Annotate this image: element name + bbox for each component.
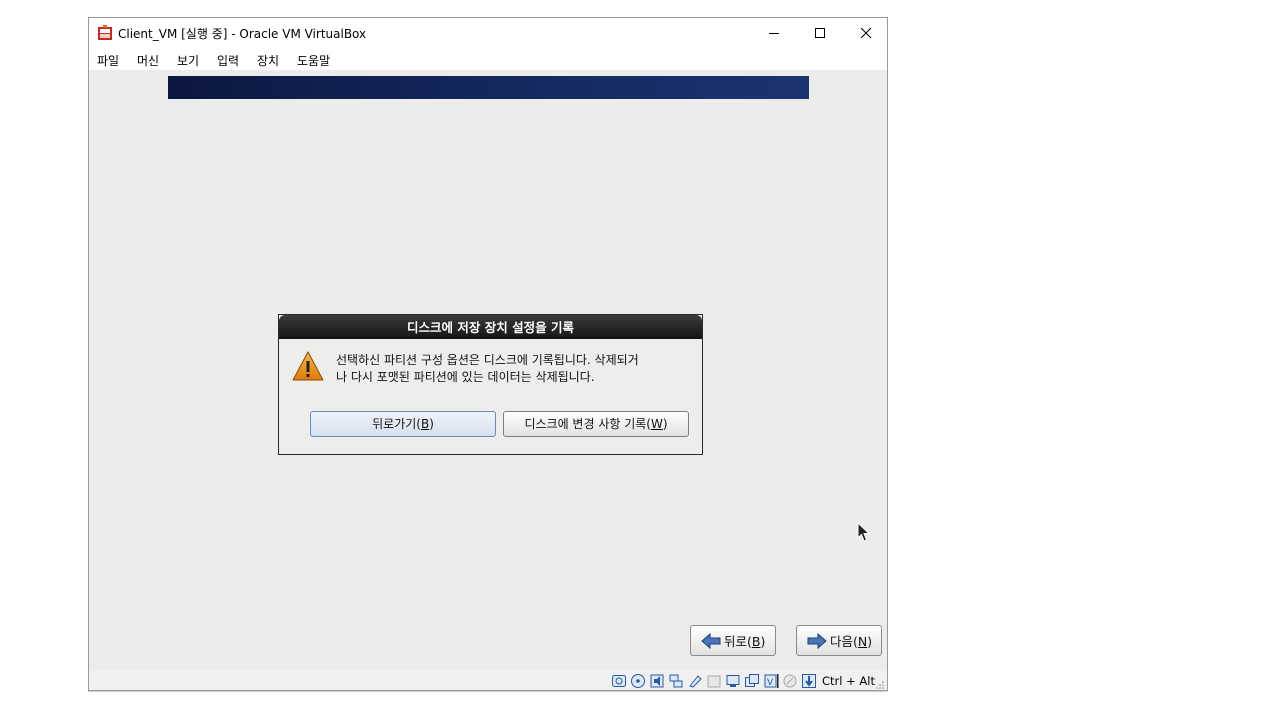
keyboard-capture-icon[interactable] xyxy=(801,673,817,689)
dialog-title: 디스크에 저장 장치 설정을 기록 xyxy=(279,315,702,339)
maximize-icon xyxy=(815,28,825,38)
back-label: 뒤로(B) xyxy=(724,631,765,650)
back-button[interactable]: 뒤로(B) xyxy=(690,625,776,656)
write-changes-label-suffix: ) xyxy=(662,417,668,431)
go-back-label-prefix: 뒤로가기( xyxy=(372,417,421,431)
arrow-left-icon xyxy=(701,632,721,649)
next-label-prefix: 다음( xyxy=(830,634,858,649)
video-capture-icon[interactable] xyxy=(744,673,760,689)
optical-drive-icon[interactable] xyxy=(630,673,646,689)
resize-grip-icon[interactable] xyxy=(875,680,885,690)
next-button[interactable]: 다음(N) xyxy=(796,625,882,656)
maximize-button[interactable] xyxy=(797,18,843,48)
menu-file[interactable]: 파일 xyxy=(97,52,119,69)
title-bar[interactable]: Client_VM [실행 중] - Oracle VM VirtualBox xyxy=(89,18,887,48)
menu-bar: 파일 머신 보기 입력 장치 도움말 xyxy=(89,48,887,70)
network-icon[interactable] xyxy=(668,673,684,689)
menu-devices[interactable]: 장치 xyxy=(257,52,279,69)
go-back-mnemonic: B xyxy=(420,417,430,431)
minimize-icon xyxy=(769,33,779,34)
back-label-prefix: 뒤로( xyxy=(724,634,752,649)
write-changes-button[interactable]: 디스크에 변경 사항 기록(W) xyxy=(503,411,689,437)
usb-icon[interactable] xyxy=(687,673,703,689)
cpu-virtualization-icon[interactable]: V xyxy=(763,673,779,689)
host-key-label: Ctrl + Alt xyxy=(822,674,875,688)
menu-machine[interactable]: 머신 xyxy=(137,52,159,69)
menu-view[interactable]: 보기 xyxy=(177,52,199,69)
dialog-message-line-2: 나 다시 포맷된 파티션에 있는 데이터는 삭제됩니다. xyxy=(336,370,595,384)
go-back-button[interactable]: 뒤로가기(B) xyxy=(310,411,496,437)
menu-input[interactable]: 입력 xyxy=(217,52,239,69)
next-mnemonic: N xyxy=(857,634,868,649)
window-bottom-edge xyxy=(88,691,888,692)
close-icon xyxy=(860,27,872,39)
window-title: Client_VM [실행 중] - Oracle VM VirtualBox xyxy=(118,27,367,41)
arrow-right-icon xyxy=(807,632,827,649)
shared-folders-icon[interactable] xyxy=(706,673,722,689)
write-storage-dialog: 디스크에 저장 장치 설정을 기록 선택하신 파티션 구성 옵션은 디스크에 기… xyxy=(278,314,703,455)
menu-help[interactable]: 도움말 xyxy=(297,52,330,69)
virtualbox-window: Client_VM [실행 중] - Oracle VM VirtualBox … xyxy=(88,17,888,691)
vm-display[interactable]: 디스크에 저장 장치 설정을 기록 선택하신 파티션 구성 옵션은 디스크에 기… xyxy=(89,70,887,670)
installer-banner xyxy=(168,76,809,99)
display-icon[interactable] xyxy=(725,673,741,689)
next-label-suffix: ) xyxy=(867,634,873,649)
status-bar: V Ctrl + Alt xyxy=(89,670,887,690)
write-changes-label-prefix: 디스크에 변경 사항 기록( xyxy=(524,417,651,431)
audio-icon[interactable] xyxy=(649,673,665,689)
back-label-suffix: ) xyxy=(760,634,766,649)
svg-text:V: V xyxy=(767,678,774,688)
warning-icon xyxy=(292,351,324,381)
close-button[interactable] xyxy=(843,18,887,48)
dialog-message-line-1: 선택하신 파티션 구성 옵션은 디스크에 기록됩니다. 삭제되거 xyxy=(336,353,639,367)
dialog-message: 선택하신 파티션 구성 옵션은 디스크에 기록됩니다. 삭제되거 나 다시 포맷… xyxy=(336,352,696,386)
go-back-label-suffix: ) xyxy=(429,417,434,431)
mouse-pointer-icon xyxy=(857,522,871,542)
mouse-integration-icon[interactable] xyxy=(782,673,798,689)
minimize-button[interactable] xyxy=(751,18,797,48)
write-changes-mnemonic: W xyxy=(650,417,663,431)
virtualbox-app-icon xyxy=(98,25,112,40)
next-label: 다음(N) xyxy=(830,631,872,650)
device-indicators: V xyxy=(611,673,817,689)
hard-disk-icon[interactable] xyxy=(611,673,627,689)
